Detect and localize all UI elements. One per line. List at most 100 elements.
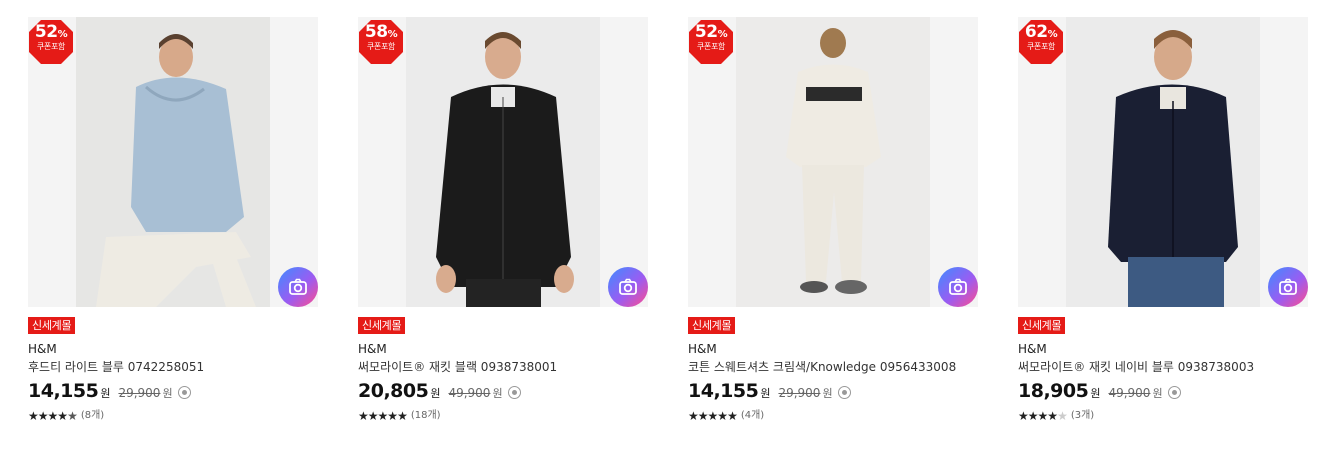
discount-unit: % — [1047, 29, 1058, 40]
review-count: (3개) — [1070, 410, 1095, 421]
star-icon: ★ — [1018, 409, 1029, 423]
star-icon: ★ — [688, 409, 699, 423]
rating-row: ★ ★ ★ ★ ★ (18개) — [358, 409, 648, 423]
sale-price: 20,805 — [358, 380, 429, 402]
star-icon: ★ — [1047, 409, 1058, 423]
camera-search-button[interactable] — [1268, 267, 1308, 307]
star-rating: ★ ★ ★ ★ ★ — [688, 409, 738, 423]
product-card-4[interactable]: 62% 쿠폰포함 신세계몰 H&M 써모라이트® 재킷 네이비 블루 09387… — [1018, 17, 1308, 423]
product-image-area[interactable]: 58% 쿠폰포함 — [358, 17, 648, 307]
camera-search-button[interactable] — [938, 267, 978, 307]
discount-badge: 62% 쿠폰포함 — [1018, 19, 1064, 65]
camera-search-button[interactable] — [278, 267, 318, 307]
store-tag: 신세계몰 — [1018, 317, 1066, 334]
price-row: 14,155 원 29,900 원 — [28, 380, 318, 405]
discount-badge: 52% 쿠폰포함 — [28, 19, 74, 65]
product-photo[interactable] — [1066, 17, 1260, 307]
sale-price-unit: 원 — [100, 387, 111, 400]
price-info-icon[interactable] — [1167, 386, 1181, 399]
camera-icon — [619, 278, 637, 295]
sale-price-unit: 원 — [1090, 387, 1101, 400]
sale-price-unit: 원 — [760, 387, 771, 400]
discount-percent: 58 — [364, 22, 388, 42]
store-tag: 신세계몰 — [358, 317, 406, 334]
discount-percent: 52 — [694, 22, 718, 42]
price-row: 20,805 원 49,900 원 — [358, 380, 648, 405]
star-icon: ★ — [697, 409, 709, 423]
star-icon: ★ — [47, 409, 59, 423]
price-info-icon[interactable] — [507, 386, 521, 399]
star-icon: ★ — [358, 409, 369, 423]
camera-icon — [1279, 278, 1297, 295]
star-icon: ★ — [1027, 409, 1039, 423]
brand-name[interactable]: H&M — [28, 342, 318, 356]
original-price-unit: 원 — [492, 387, 503, 400]
product-name[interactable]: 써모라이트® 재킷 네이비 블루 0938738003 — [1018, 360, 1308, 374]
discount-badge: 58% 쿠폰포함 — [358, 19, 404, 65]
star-icon: ★ — [727, 409, 738, 423]
original-price-unit: 원 — [822, 387, 833, 400]
star-icon: ★ — [717, 409, 728, 423]
coupon-label: 쿠폰포함 — [366, 42, 396, 51]
sale-price: 18,905 — [1018, 380, 1089, 402]
discount-unit: % — [387, 29, 398, 40]
original-price-unit: 원 — [1152, 387, 1163, 400]
camera-icon — [949, 278, 967, 295]
coupon-label: 쿠폰포함 — [1026, 42, 1056, 51]
price-info-icon[interactable] — [177, 386, 191, 399]
discount-percent: 62 — [1024, 22, 1048, 42]
star-icon: ★ — [1057, 409, 1068, 423]
rating-row: ★ ★ ★ ★ ★ (3개) — [1018, 409, 1308, 423]
star-icon: ★ — [707, 409, 719, 423]
product-card-1[interactable]: 52% 쿠폰포함 신세계몰 H&M 후드티 라이트 블루 0742258051 … — [28, 17, 318, 423]
original-price: 49,900 — [448, 386, 491, 400]
original-price: 29,900 — [118, 386, 161, 400]
star-icon: ★ — [67, 409, 78, 423]
product-name[interactable]: 써모라이트® 재킷 블랙 0938738001 — [358, 360, 648, 374]
brand-name[interactable]: H&M — [688, 342, 978, 356]
product-card-3[interactable]: 52% 쿠폰포함 신세계몰 H&M 코튼 스웨트셔츠 크림색/Knowledge… — [688, 17, 978, 423]
star-icon: ★ — [57, 409, 68, 423]
star-rating: ★ ★ ★ ★ ★ — [358, 409, 408, 423]
star-icon: ★ — [37, 409, 49, 423]
original-price: 49,900 — [1108, 386, 1151, 400]
product-photo[interactable] — [406, 17, 600, 307]
product-photo[interactable] — [76, 17, 270, 307]
original-price-unit: 원 — [162, 387, 173, 400]
discount-unit: % — [57, 29, 68, 40]
product-card-2[interactable]: 58% 쿠폰포함 신세계몰 H&M 써모라이트® 재킷 블랙 093873800… — [358, 17, 648, 423]
original-price: 29,900 — [778, 386, 821, 400]
product-image-area[interactable]: 62% 쿠폰포함 — [1018, 17, 1308, 307]
product-name[interactable]: 코튼 스웨트셔츠 크림색/Knowledge 0956433008 — [688, 360, 978, 374]
coupon-label: 쿠폰포함 — [36, 42, 66, 51]
coupon-label: 쿠폰포함 — [696, 42, 726, 51]
star-icon: ★ — [377, 409, 389, 423]
product-photo[interactable] — [736, 17, 930, 307]
star-rating: ★ ★ ★ ★ ★ — [28, 409, 78, 423]
review-count: (18개) — [410, 410, 441, 421]
product-grid: 52% 쿠폰포함 신세계몰 H&M 후드티 라이트 블루 0742258051 … — [0, 0, 1321, 451]
price-row: 14,155 원 29,900 원 — [688, 380, 978, 405]
brand-name[interactable]: H&M — [1018, 342, 1308, 356]
product-image-area[interactable]: 52% 쿠폰포함 — [688, 17, 978, 307]
brand-name[interactable]: H&M — [358, 342, 648, 356]
rating-row: ★ ★ ★ ★ ★ (8개) — [28, 409, 318, 423]
review-count: (4개) — [740, 410, 765, 421]
star-icon: ★ — [367, 409, 379, 423]
product-image-area[interactable]: 52% 쿠폰포함 — [28, 17, 318, 307]
star-icon: ★ — [28, 409, 39, 423]
price-row: 18,905 원 49,900 원 — [1018, 380, 1308, 405]
camera-icon — [289, 278, 307, 295]
star-icon: ★ — [387, 409, 398, 423]
review-count: (8개) — [80, 410, 105, 421]
star-rating: ★ ★ ★ ★ ★ — [1018, 409, 1068, 423]
star-icon: ★ — [397, 409, 408, 423]
store-tag: 신세계몰 — [28, 317, 76, 334]
star-icon: ★ — [1037, 409, 1049, 423]
store-tag: 신세계몰 — [688, 317, 736, 334]
product-name[interactable]: 후드티 라이트 블루 0742258051 — [28, 360, 318, 374]
sale-price: 14,155 — [688, 380, 759, 402]
sale-price-unit: 원 — [430, 387, 441, 400]
camera-search-button[interactable] — [608, 267, 648, 307]
price-info-icon[interactable] — [837, 386, 851, 399]
